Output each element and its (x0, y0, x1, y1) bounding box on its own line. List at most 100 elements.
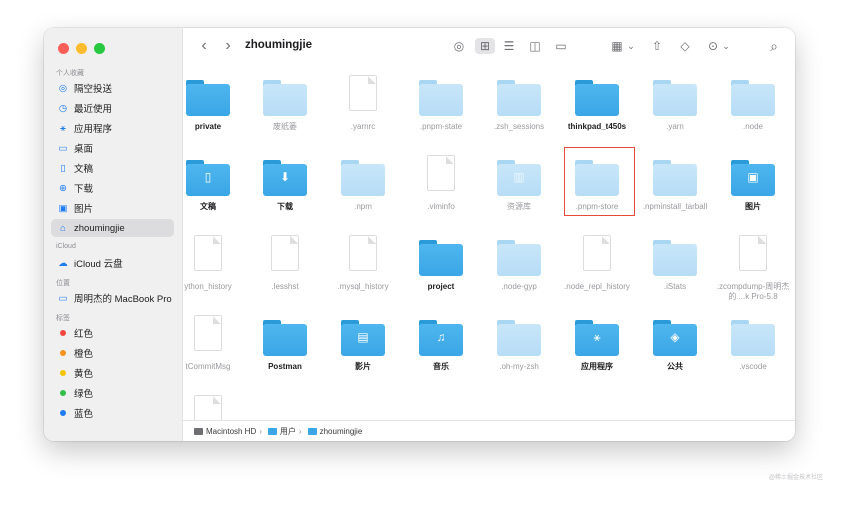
file-item[interactable]: Postman (246, 318, 324, 372)
gallery-view-icon[interactable]: ▭ (553, 38, 569, 54)
file-item[interactable]: .iStats (636, 238, 714, 292)
file-name: 废纸篓 (273, 122, 297, 131)
file-name: .yarn (666, 122, 684, 131)
tag-dot-icon (57, 387, 69, 399)
folder-glyph-icon: ⚹ (593, 330, 601, 344)
file-item[interactable]: .oh-my-zsh (480, 318, 558, 372)
file-item[interactable]: ▣ 图片 (714, 158, 792, 212)
watermark: @稀土掘金技术社区 (768, 475, 823, 481)
file-item[interactable]: private (183, 78, 247, 132)
search-icon[interactable]: ⌕ (765, 38, 783, 54)
file-item[interactable]: .npminstall_tarball (636, 158, 714, 212)
file-item[interactable]: 废纸篓 (246, 78, 324, 132)
folder-glyph-icon: ◈ (670, 330, 680, 344)
file-name: .npm (354, 202, 372, 211)
sidebar-tag[interactable]: 红色 (51, 324, 174, 342)
sidebar-item[interactable]: ⊕ 下载 (51, 179, 174, 197)
sidebar-tag[interactable]: 蓝色 (51, 404, 174, 422)
file-name: 应用程序 (581, 362, 613, 371)
file-item[interactable]: ▯ 文稿 (183, 158, 247, 212)
cloud-icon: ☁ (58, 257, 68, 269)
file-item[interactable]: ♫ 音乐 (402, 318, 480, 372)
file-item[interactable]: tCommitMsg (183, 316, 247, 372)
path-separator: › (298, 426, 302, 436)
back-button[interactable]: ‹ (197, 37, 211, 54)
file-item[interactable]: project (402, 238, 480, 292)
path-segment[interactable]: 用户 (280, 426, 296, 437)
tag-dot-icon (57, 347, 69, 359)
file-name: 公共 (667, 362, 683, 371)
folder-icon (731, 78, 775, 116)
clock-icon: ◷ (58, 102, 68, 114)
sidebar-item-label: 图片 (74, 204, 94, 215)
file-item[interactable]: .pnpm-state (402, 78, 480, 132)
chevron-down-icon[interactable]: ⌄ (626, 38, 636, 54)
more-icon[interactable]: ⊙ (705, 38, 721, 54)
file-item[interactable]: .mysql_history (324, 236, 402, 292)
share-icon[interactable]: ⇧ (649, 38, 665, 54)
chevron-down-icon[interactable]: ⌄ (721, 38, 731, 54)
sidebar-tag[interactable]: 黄色 (51, 364, 174, 382)
sidebar-tag-label: 红色 (74, 329, 94, 340)
file-name: .node-gyp (501, 282, 537, 291)
document-icon: ▯ (60, 162, 66, 174)
list-view-icon[interactable]: ☰ (501, 38, 517, 54)
file-name: thinkpad_t450s (567, 122, 627, 131)
file-item[interactable]: .lesshst (246, 236, 324, 292)
sidebar-item[interactable]: ▯ 文稿 (51, 159, 174, 177)
sidebar-item[interactable]: ▣ 图片 (51, 199, 174, 217)
path-segment[interactable]: Macintosh HD (206, 427, 256, 436)
file-name: 下载 (277, 202, 293, 211)
file-item[interactable]: .node_repl_history (558, 236, 636, 292)
sidebar-item-label: zhoumingjie (74, 222, 125, 234)
file-item[interactable]: thinkpad_t450s (558, 78, 636, 132)
file-item[interactable]: .node (714, 78, 792, 132)
grid-view-icon[interactable]: ⊞ (475, 38, 495, 54)
sidebar-item-label: 周明杰的 MacBook Pro (74, 294, 172, 305)
file-item[interactable]: ⚹ 应用程序 (558, 318, 636, 372)
file-name: .npminstall_tarball (642, 202, 708, 211)
group-icon[interactable]: ▦ (609, 38, 625, 54)
sidebar-item[interactable]: ⌂ zhoumingjie (51, 219, 174, 237)
folder-icon (497, 238, 541, 276)
file-item[interactable]: ▥ 资源库 (480, 158, 558, 212)
sidebar-item[interactable]: ◎ 隔空投送 (51, 79, 174, 97)
minimize-button[interactable] (76, 43, 87, 54)
file-item[interactable]: ◈ 公共 (636, 318, 714, 372)
disk-icon (194, 427, 203, 435)
sidebar-item[interactable]: ◷ 最近使用 (51, 99, 174, 117)
sidebar-item[interactable]: ⚹ 应用程序 (51, 119, 174, 137)
folder-glyph-icon: ▣ (747, 170, 759, 184)
sidebar-tag[interactable]: 橙色 (51, 344, 174, 362)
sidebar-section-title: iCloud (56, 243, 76, 250)
file-item[interactable]: .zcompdump-周明杰的 ...k Pro-5.8 (714, 236, 792, 302)
column-view-icon[interactable]: ◫ (527, 38, 543, 54)
document-file-icon (575, 236, 619, 276)
path-segment[interactable]: zhoumingjie (320, 427, 363, 436)
sidebar-item[interactable]: ☁ iCloud 云盘 (51, 254, 174, 272)
forward-button[interactable]: › (221, 37, 235, 54)
sidebar-tag-label: 绿色 (74, 389, 94, 400)
zoom-button[interactable] (94, 43, 105, 54)
file-item[interactable]: ython_history (183, 236, 247, 292)
sidebar-item-label: 桌面 (74, 144, 94, 155)
airdrop-icon[interactable]: ◎ (451, 38, 467, 54)
sidebar-tag[interactable]: 绿色 (51, 384, 174, 402)
applications-icon: ⚹ (60, 122, 66, 134)
file-item[interactable]: .yarn (636, 78, 714, 132)
close-button[interactable] (58, 43, 69, 54)
file-name: ython_history (184, 282, 232, 291)
file-item[interactable]: .yarnrc (324, 76, 402, 132)
sidebar-item[interactable]: ▭ 桌面 (51, 139, 174, 157)
file-item[interactable]: .zsh_sessions (480, 78, 558, 132)
tag-icon[interactable]: ◇ (677, 38, 693, 54)
file-item[interactable]: .viminfo (402, 156, 480, 212)
file-item[interactable] (183, 396, 247, 421)
file-item[interactable]: .npm (324, 158, 402, 212)
selection-highlight (564, 147, 635, 216)
file-item[interactable]: .node-gyp (480, 238, 558, 292)
file-item[interactable]: .vscode (714, 318, 792, 372)
file-item[interactable]: ⬇ 下载 (246, 158, 324, 212)
file-item[interactable]: ▤ 影片 (324, 318, 402, 372)
sidebar-item[interactable]: ▭ 周明杰的 MacBook Pro (51, 289, 174, 307)
